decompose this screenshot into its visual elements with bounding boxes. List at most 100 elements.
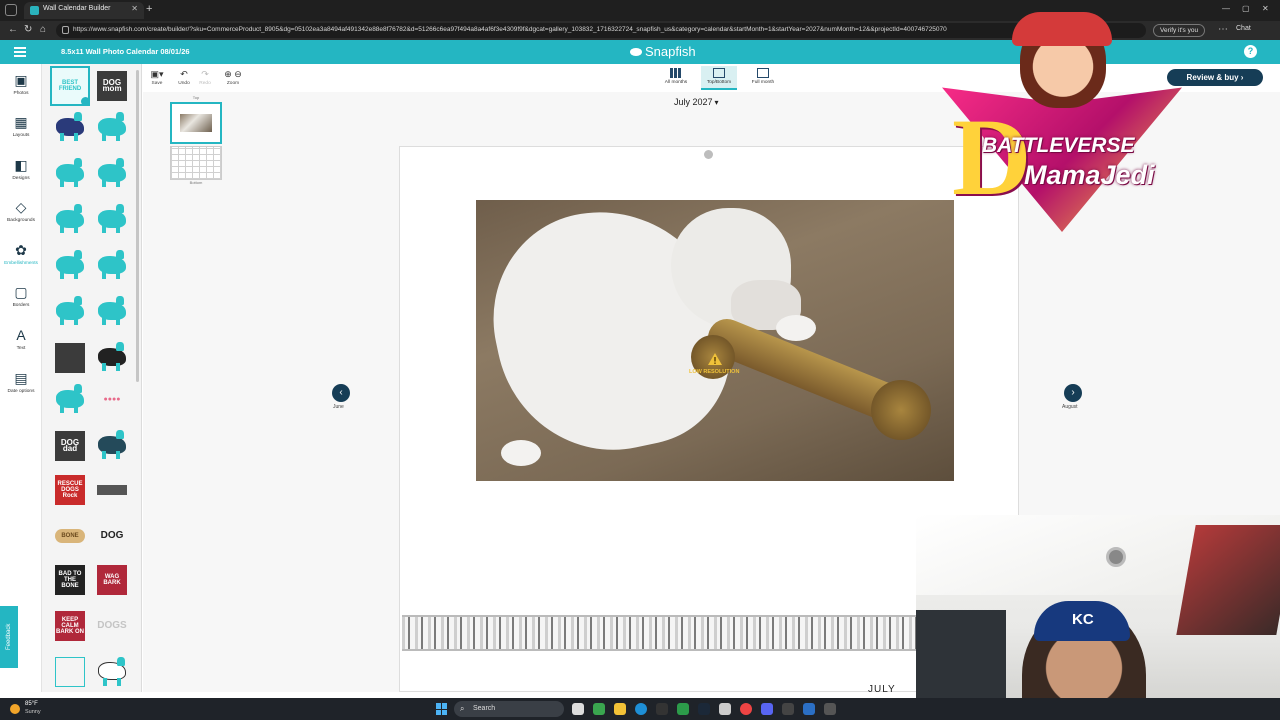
embellishment-bone[interactable]: BONE bbox=[52, 518, 88, 554]
close-window-icon[interactable]: ✕ bbox=[1262, 4, 1269, 13]
rail-item-designs[interactable]: ◧ Designs bbox=[0, 157, 42, 181]
bottom-page-thumbnail[interactable] bbox=[170, 146, 222, 180]
view-top-bottom[interactable]: Top/Bottom bbox=[701, 66, 737, 90]
home-icon[interactable]: ⌂ bbox=[40, 24, 46, 35]
help-icon[interactable]: ? bbox=[1244, 45, 1257, 58]
calendar-photo[interactable]: LOW RESOLUTION bbox=[476, 200, 954, 481]
embellishment-bad-to-the-bone[interactable]: BAD TO THE BONE bbox=[52, 562, 88, 598]
bottom-page-label: Bottom bbox=[189, 180, 203, 185]
zoom-button[interactable]: ⊕ ⊖ Zoom bbox=[222, 69, 244, 86]
embellishment-dog-dad[interactable]: DOG dad bbox=[52, 428, 88, 464]
wall-poster bbox=[1176, 525, 1280, 635]
view-all-months[interactable]: All months bbox=[658, 66, 694, 90]
avatar-cap bbox=[1012, 12, 1112, 46]
sticker-text: DOG bbox=[100, 530, 124, 541]
embellishment-dog-portrait[interactable] bbox=[94, 428, 130, 464]
windows-start-icon[interactable] bbox=[436, 703, 448, 715]
embellishment-best-friend[interactable]: BEST FRIEND bbox=[50, 66, 90, 106]
undo-button[interactable]: ↶ Undo bbox=[173, 69, 195, 86]
embellishments-panel: BEST FRIEND DOG mom ●●●● DOG dad RESCUE … bbox=[42, 64, 142, 692]
rail-label: Layouts bbox=[12, 133, 30, 138]
dog-silhouette-icon bbox=[98, 158, 126, 187]
new-tab-icon[interactable]: + bbox=[146, 3, 152, 15]
snapfish-logo[interactable]: Snapfish bbox=[630, 44, 696, 59]
month-selector[interactable]: July 2027 ▾ bbox=[674, 97, 719, 107]
app-icon[interactable] bbox=[824, 703, 836, 715]
embellishment-dog-silhouette[interactable] bbox=[52, 294, 88, 330]
embellishment-firefighter-dog[interactable] bbox=[94, 654, 130, 690]
embellishment-dog-sign[interactable] bbox=[52, 340, 88, 376]
more-menu-icon[interactable]: ⋯ bbox=[1218, 24, 1228, 35]
minimize-icon[interactable]: — bbox=[1222, 4, 1230, 13]
grid-icon bbox=[670, 68, 682, 78]
embellishment-wag-bark[interactable]: WAG BARK bbox=[94, 562, 130, 598]
rail-item-text[interactable]: A Text bbox=[0, 327, 42, 351]
embellishment-dog-silhouette[interactable] bbox=[94, 294, 130, 330]
rail-item-date-options[interactable]: ▤ Date options bbox=[0, 370, 42, 394]
embellishment-arrow-banner[interactable] bbox=[94, 472, 130, 508]
embellishment-beware-sign[interactable] bbox=[52, 654, 88, 690]
redo-button[interactable]: ↷ Redo bbox=[194, 69, 216, 86]
chat-button[interactable]: Chat bbox=[1236, 25, 1251, 32]
back-icon[interactable]: ← bbox=[8, 24, 18, 35]
embellishment-dog-silhouette[interactable] bbox=[94, 156, 130, 192]
menu-icon[interactable] bbox=[14, 47, 26, 57]
chrome-icon[interactable] bbox=[740, 703, 752, 715]
embellishment-dachshund[interactable] bbox=[94, 340, 130, 376]
close-tab-icon[interactable]: ✕ bbox=[131, 4, 138, 13]
project-title[interactable]: 8.5x11 Wall Photo Calendar 08/01/26 bbox=[61, 47, 190, 56]
embellishment-dog-silhouette[interactable] bbox=[94, 110, 130, 146]
view-full-month[interactable]: Full month bbox=[745, 66, 781, 90]
tab-actions-icon[interactable] bbox=[5, 4, 17, 16]
previous-month-button[interactable]: ‹ bbox=[332, 384, 350, 402]
top-page-thumbnail[interactable] bbox=[170, 102, 222, 144]
next-month-button[interactable]: › bbox=[1064, 384, 1082, 402]
brand-name: Snapfish bbox=[645, 44, 696, 59]
sticker-text: DOG mom bbox=[97, 71, 127, 101]
embellishment-keep-calm[interactable]: KEEP CALM BARK ON bbox=[52, 608, 88, 644]
rail-item-layouts[interactable]: ▦ Layouts bbox=[0, 114, 42, 138]
edge-icon[interactable] bbox=[635, 703, 647, 715]
xbox-icon[interactable] bbox=[593, 703, 605, 715]
calculator-icon[interactable] bbox=[719, 703, 731, 715]
spreadsheet-icon[interactable] bbox=[677, 703, 689, 715]
embellishment-dog-silhouette[interactable] bbox=[52, 248, 88, 284]
rail-item-embellishments[interactable]: ✿ Embellishments bbox=[0, 242, 42, 266]
maximize-icon[interactable]: ▢ bbox=[1242, 4, 1250, 13]
save-button[interactable]: ▣▾ Save bbox=[146, 69, 168, 86]
rail-item-borders[interactable]: ▢ Borders bbox=[0, 284, 42, 308]
borders-icon: ▢ bbox=[14, 284, 28, 300]
steam-icon[interactable] bbox=[698, 703, 710, 715]
app-icon[interactable] bbox=[782, 703, 794, 715]
embellishment-dog-silhouette[interactable] bbox=[52, 202, 88, 238]
task-view-icon[interactable] bbox=[572, 703, 584, 715]
embellishment-dog-mom[interactable]: DOG mom bbox=[94, 68, 130, 104]
embellishment-dog-word[interactable]: DOG bbox=[94, 518, 130, 554]
embellishment-dog-silhouette[interactable] bbox=[52, 156, 88, 192]
embellishment-dogs-word[interactable]: DOGS bbox=[94, 608, 130, 644]
top-page-label: Top bbox=[192, 95, 200, 100]
embellishment-dog-silhouette[interactable] bbox=[52, 382, 88, 418]
dog-silhouette-icon bbox=[56, 296, 84, 325]
discord-icon[interactable] bbox=[761, 703, 773, 715]
embellishment-dog-silhouette[interactable] bbox=[94, 248, 130, 284]
taskbar-search[interactable]: ⌕ Search bbox=[454, 701, 564, 717]
baseball-cap: KC bbox=[1034, 601, 1130, 641]
panel-scrollbar[interactable] bbox=[136, 70, 139, 382]
selected-check-icon bbox=[81, 97, 90, 106]
file-explorer-icon[interactable] bbox=[614, 703, 626, 715]
feedback-tab[interactable]: Feedback bbox=[0, 606, 18, 668]
embellishment-rescue-dogs[interactable]: RESCUE DOGS Rock bbox=[52, 472, 88, 508]
embellishment-paw-letters[interactable]: ●●●● bbox=[94, 382, 130, 418]
rail-item-backgrounds[interactable]: ◇ Backgrounds bbox=[0, 199, 42, 223]
designs-icon: ◧ bbox=[14, 157, 28, 173]
rail-item-photos[interactable]: ▣ Photos bbox=[0, 72, 42, 96]
browser-tab[interactable]: Wall Calendar Builder ✕ bbox=[24, 2, 144, 19]
refresh-icon[interactable]: ↻ bbox=[24, 24, 32, 35]
backgrounds-icon: ◇ bbox=[15, 199, 27, 215]
epic-games-icon[interactable] bbox=[656, 703, 668, 715]
app-icon[interactable] bbox=[803, 703, 815, 715]
embellishment-dog-silhouette[interactable] bbox=[52, 110, 88, 146]
embellishment-dog-silhouette[interactable] bbox=[94, 202, 130, 238]
page-thumbnails: Top Bottom bbox=[166, 95, 226, 185]
